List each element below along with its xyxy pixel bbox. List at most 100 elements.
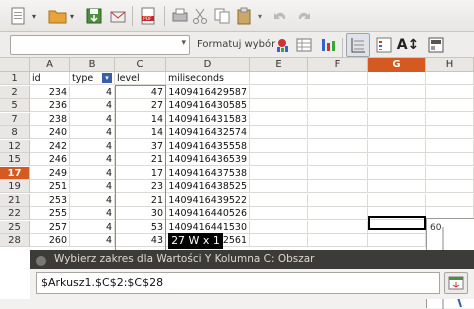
row-header[interactable]: 22 [0,207,30,220]
cell-b[interactable]: 4 [70,193,115,207]
chart-data-table-icon[interactable] [292,33,316,57]
cell-h[interactable] [426,180,474,193]
column-header-e[interactable]: E [250,58,308,72]
cell-a[interactable]: 255 [30,207,70,220]
cell-g[interactable] [368,139,426,153]
row-header[interactable]: 28 [0,234,30,247]
cell-h[interactable] [426,166,474,180]
cell-h[interactable] [426,193,474,207]
scale-text-icon[interactable]: A↕ [396,33,420,57]
cell-g[interactable] [368,85,426,99]
row-header[interactable]: 17 [0,166,30,180]
cell-a[interactable]: 238 [30,112,70,126]
cell-f[interactable] [308,85,368,99]
cell-e[interactable] [250,220,308,234]
open-dropdown-icon[interactable]: ▾ [66,4,78,28]
range-input[interactable]: $Arkusz1.$C$2:$C$28 [36,272,440,294]
cell-h[interactable] [426,153,474,166]
cell-e[interactable] [250,180,308,193]
select-all-corner[interactable] [0,58,30,72]
cell-c[interactable]: 47 [115,85,166,99]
column-header-h[interactable]: H [426,58,474,72]
legend-toggle-icon[interactable] [372,33,396,57]
chart-data-range-icon[interactable] [316,33,340,57]
cell-f[interactable] [308,220,368,234]
cell-c[interactable]: 17 [115,166,166,180]
cell-h[interactable] [426,85,474,99]
row-header[interactable]: 8 [0,126,30,139]
cell-f[interactable] [308,112,368,126]
cell-d[interactable]: 1409416440526 [166,207,250,220]
new-dropdown-icon[interactable]: ▾ [28,4,40,28]
column-header-f[interactable]: F [308,58,368,72]
format-selection-label[interactable]: Formatuj wybór [197,39,275,50]
column-header-d[interactable]: D [166,58,250,72]
cell-h[interactable] [426,72,474,85]
cell-a[interactable]: 251 [30,180,70,193]
cell-c[interactable]: 37 [115,139,166,153]
cell-b[interactable]: 4 [70,220,115,234]
row-header[interactable]: 7 [0,112,30,126]
cell-d[interactable]: 1409416430585 [166,99,250,112]
cell-e[interactable] [250,126,308,139]
cell-a[interactable]: 260 [30,234,70,247]
cell-a[interactable]: 257 [30,220,70,234]
cell-b[interactable]: 4 [70,207,115,220]
cell-f[interactable] [308,180,368,193]
cell-a[interactable]: id [30,72,70,85]
cell-c[interactable]: 14 [115,126,166,139]
cell-g[interactable] [368,112,426,126]
cell-d[interactable]: 1409416435558 [166,139,250,153]
cell-c[interactable]: 53 [115,220,166,234]
cell-f[interactable] [308,153,368,166]
cell-f[interactable] [308,72,368,85]
export-pdf-icon[interactable]: PDF [136,4,160,28]
cell-e[interactable] [250,72,308,85]
cell-b[interactable]: 4 [70,99,115,112]
horizontal-grids-icon[interactable] [346,33,370,57]
row-header[interactable]: 15 [0,153,30,166]
cell-d[interactable]: 1409416429587 [166,85,250,99]
cell-c[interactable]: 43 [115,234,166,247]
paste-dropdown-icon[interactable]: ▾ [254,4,266,28]
cell-b[interactable]: type ▾ [70,72,115,85]
copy-icon[interactable] [210,4,234,28]
active-cell-cursor[interactable] [368,216,426,230]
cell-b[interactable]: 4 [70,112,115,126]
cell-e[interactable] [250,112,308,126]
cell-f[interactable] [308,139,368,153]
cell-g[interactable] [368,166,426,180]
cell-e[interactable] [250,139,308,153]
cell-b[interactable]: 4 [70,180,115,193]
close-icon[interactable] [36,256,46,266]
expand-dialog-button[interactable] [444,272,468,294]
cell-g[interactable] [368,193,426,207]
cell-b[interactable]: 4 [70,153,115,166]
row-header[interactable]: 25 [0,220,30,234]
cell-e[interactable] [250,166,308,180]
cell-f[interactable] [308,99,368,112]
cell-c[interactable]: 23 [115,180,166,193]
cell-b[interactable]: 4 [70,85,115,99]
cell-c[interactable]: 21 [115,193,166,207]
cell-c[interactable]: 27 [115,99,166,112]
chart-type-icon[interactable] [270,33,294,57]
column-header-a[interactable]: A [30,58,70,72]
redo-icon[interactable] [292,4,316,28]
autofilter-dropdown-icon[interactable]: ▾ [102,73,112,83]
cell-g[interactable] [368,126,426,139]
cell-f[interactable] [308,126,368,139]
cell-b[interactable]: 4 [70,126,115,139]
cell-c[interactable]: 14 [115,112,166,126]
cell-g[interactable] [368,153,426,166]
row-header[interactable]: 2 [0,85,30,99]
row-header[interactable]: 19 [0,180,30,193]
cell-d[interactable]: 1409416432574 [166,126,250,139]
undo-icon[interactable] [268,4,292,28]
cell-c[interactable]: level [115,72,166,85]
cell-f[interactable] [308,193,368,207]
row-header[interactable]: 21 [0,193,30,207]
row-header[interactable]: 5 [0,99,30,112]
cell-a[interactable]: 249 [30,166,70,180]
cell-a[interactable]: 234 [30,85,70,99]
